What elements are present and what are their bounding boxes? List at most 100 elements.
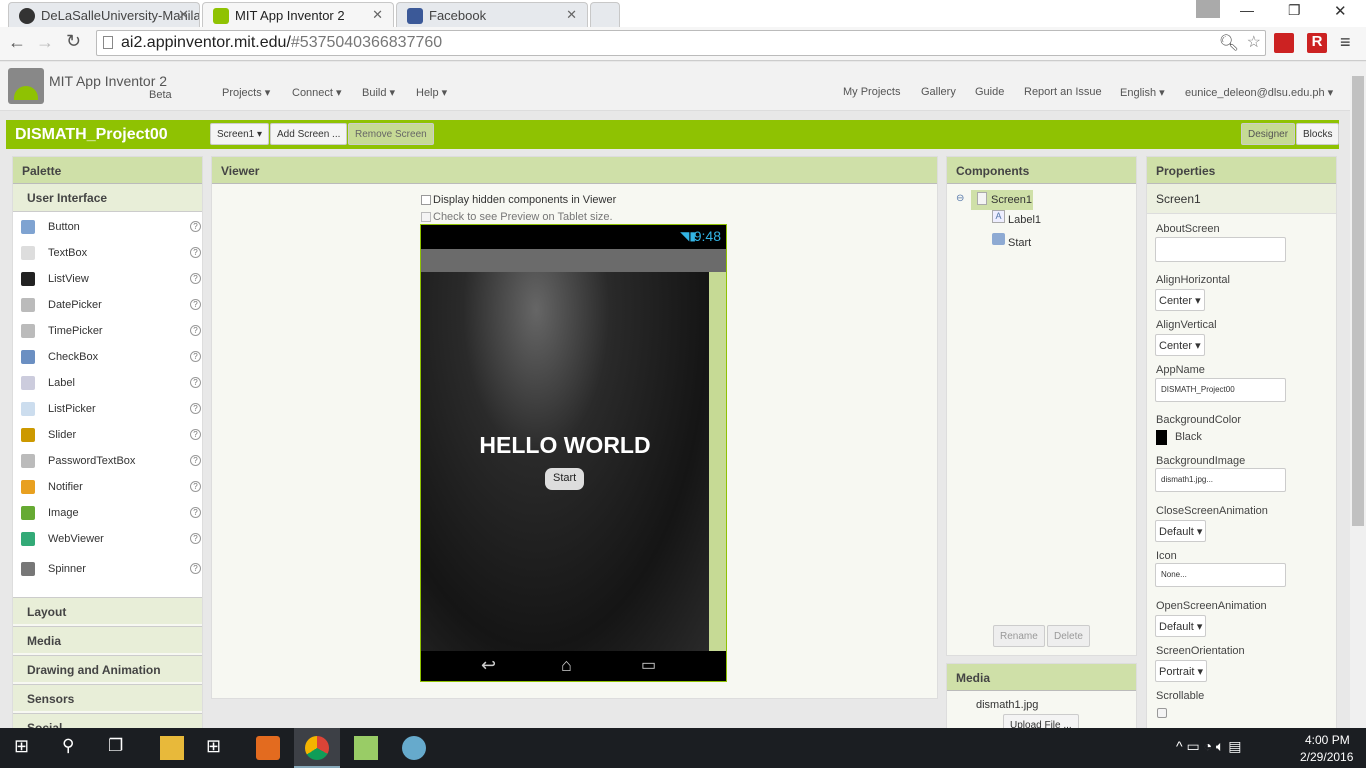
minimize-icon[interactable]: — [1240, 2, 1254, 18]
palette-item-listview[interactable]: ListView? [19, 270, 202, 290]
help-icon[interactable]: ? [190, 507, 201, 518]
hidden-components-checkbox[interactable] [421, 195, 431, 205]
category-layout[interactable]: Layout [13, 597, 202, 624]
help-icon[interactable]: ? [190, 563, 201, 574]
task-view-icon[interactable]: ❐ [108, 736, 132, 760]
clock-date[interactable]: 2/29/2016 [1300, 750, 1353, 764]
close-tab-icon[interactable]: ✕ [178, 7, 189, 23]
tab-facebook[interactable]: Facebook ✕ [396, 2, 588, 27]
app-icon[interactable] [354, 736, 378, 760]
palette-item-textbox[interactable]: TextBox? [19, 244, 202, 264]
zoom-icon[interactable]: 🔍︎ [1219, 33, 1239, 53]
tree-item-start[interactable]: Start [1008, 237, 1031, 249]
paint-icon[interactable] [402, 736, 426, 760]
about-screen-input[interactable] [1155, 237, 1286, 262]
clock-time[interactable]: 4:00 PM [1305, 733, 1350, 747]
help-icon[interactable]: ? [190, 377, 201, 388]
designer-button[interactable]: Designer [1241, 123, 1296, 145]
start-icon[interactable]: ⊞ [14, 736, 38, 760]
menu-icon[interactable]: ≡ [1340, 32, 1351, 53]
close-animation-select[interactable]: Default ▾ [1155, 520, 1207, 542]
help-icon[interactable]: ? [190, 247, 201, 258]
category-media[interactable]: Media [13, 626, 202, 653]
palette-item-spinner[interactable]: Spinner? [19, 560, 202, 580]
palette-item-image[interactable]: Image? [19, 504, 202, 524]
screen-select[interactable]: Screen1 ▾ [210, 123, 270, 145]
tray-icons[interactable]: ^ ▭ ◔ 🔈︎ ▤ [1176, 738, 1241, 755]
add-screen-button[interactable]: Add Screen ... [270, 123, 348, 145]
tab-app-inventor[interactable]: MIT App Inventor 2 ✕ [202, 2, 394, 27]
page-scrollbar[interactable] [1350, 62, 1366, 728]
search-icon[interactable]: ⚲ [62, 736, 86, 760]
tablet-preview-checkbox[interactable] [421, 212, 431, 222]
rename-button[interactable]: Rename [993, 625, 1045, 647]
palette-item-button[interactable]: Button? [19, 218, 202, 238]
background-color-value[interactable]: Black [1175, 431, 1202, 443]
color-swatch[interactable] [1156, 430, 1167, 445]
align-vertical-select[interactable]: Center ▾ [1155, 334, 1205, 356]
scrollable-checkbox[interactable] [1157, 708, 1167, 718]
open-animation-select[interactable]: Default ▾ [1155, 615, 1207, 637]
help-icon[interactable]: ? [190, 481, 201, 492]
reload-icon[interactable]: ↻ [66, 31, 81, 52]
menu-projects[interactable]: Projects ▾ [222, 86, 270, 99]
remove-screen-button[interactable]: Remove Screen [348, 123, 434, 145]
account-dropdown[interactable]: eunice_deleon@dlsu.edu.ph ▾ [1185, 86, 1333, 99]
start-button[interactable]: Start [545, 468, 585, 490]
tree-item-label1[interactable]: Label1 [1008, 214, 1041, 226]
help-icon[interactable]: ? [190, 429, 201, 440]
delete-button[interactable]: Delete [1047, 625, 1090, 647]
palette-item-listpicker[interactable]: ListPicker? [19, 400, 202, 420]
close-window-icon[interactable]: ✕ [1334, 2, 1347, 20]
palette-item-timepicker[interactable]: TimePicker? [19, 322, 202, 342]
align-horizontal-select[interactable]: Center ▾ [1155, 289, 1205, 311]
bookmark-star-icon[interactable]: ☆ [1247, 32, 1261, 52]
language-dropdown[interactable]: English ▾ [1120, 86, 1165, 99]
restore-icon[interactable]: ❐ [1288, 2, 1301, 19]
menu-connect[interactable]: Connect ▾ [292, 86, 342, 99]
palette-item-notifier[interactable]: Notifier? [19, 478, 202, 498]
file-explorer-icon[interactable] [160, 736, 184, 760]
tree-item-screen1[interactable]: Screen1 [971, 190, 1033, 210]
help-icon[interactable]: ? [190, 299, 201, 310]
palette-item-datepicker[interactable]: DatePicker? [19, 296, 202, 316]
category-drawing-and-animation[interactable]: Drawing and Animation [13, 655, 202, 682]
palette-item-checkbox[interactable]: CheckBox? [19, 348, 202, 368]
blocks-button[interactable]: Blocks [1296, 123, 1340, 145]
close-tab-icon[interactable]: ✕ [566, 7, 577, 23]
close-tab-icon[interactable]: ✕ [372, 7, 383, 23]
palette-item-label[interactable]: Label? [19, 374, 202, 394]
back-icon[interactable]: ← [8, 32, 26, 53]
forward-icon[interactable]: → [36, 32, 54, 53]
media-app-icon[interactable] [256, 736, 280, 760]
icon-input[interactable]: None... [1155, 563, 1286, 587]
profile-icon[interactable] [1196, 0, 1220, 18]
palette-item-slider[interactable]: Slider? [19, 426, 202, 446]
extension-icon[interactable] [1274, 33, 1294, 53]
collapse-icon[interactable]: ⊖ [956, 193, 964, 204]
link-guide[interactable]: Guide [975, 86, 1004, 98]
screen-orientation-select[interactable]: Portrait ▾ [1155, 660, 1208, 682]
url-input[interactable]: ai2.appinventor.mit.edu/#537504036683776… [96, 30, 1266, 56]
menu-build[interactable]: Build ▾ [362, 86, 395, 99]
palette-item-webviewer[interactable]: WebViewer? [19, 530, 202, 550]
extension-r-icon[interactable]: R [1307, 33, 1327, 53]
category-user-interface[interactable]: User Interface [13, 184, 202, 212]
media-file[interactable]: dismath1.jpg [976, 699, 1038, 711]
help-icon[interactable]: ? [190, 455, 201, 466]
link-my-projects[interactable]: My Projects [843, 86, 900, 98]
help-icon[interactable]: ? [190, 403, 201, 414]
tab-github[interactable]: DeLaSalleUniversity-Manila ✕ [8, 2, 200, 27]
help-icon[interactable]: ? [190, 221, 201, 232]
chrome-taskbar-button[interactable] [294, 728, 340, 768]
app-name-input[interactable]: DISMATH_Project00 [1155, 378, 1286, 402]
link-gallery[interactable]: Gallery [921, 86, 956, 98]
menu-help[interactable]: Help ▾ [416, 86, 447, 99]
new-tab-button[interactable] [590, 2, 620, 27]
help-icon[interactable]: ? [190, 533, 201, 544]
help-icon[interactable]: ? [190, 325, 201, 336]
background-image-input[interactable]: dismath1.jpg... [1155, 468, 1286, 492]
store-icon[interactable]: ⊞ [206, 736, 230, 760]
palette-item-passwordtextbox[interactable]: PasswordTextBox? [19, 452, 202, 472]
category-sensors[interactable]: Sensors [13, 684, 202, 711]
